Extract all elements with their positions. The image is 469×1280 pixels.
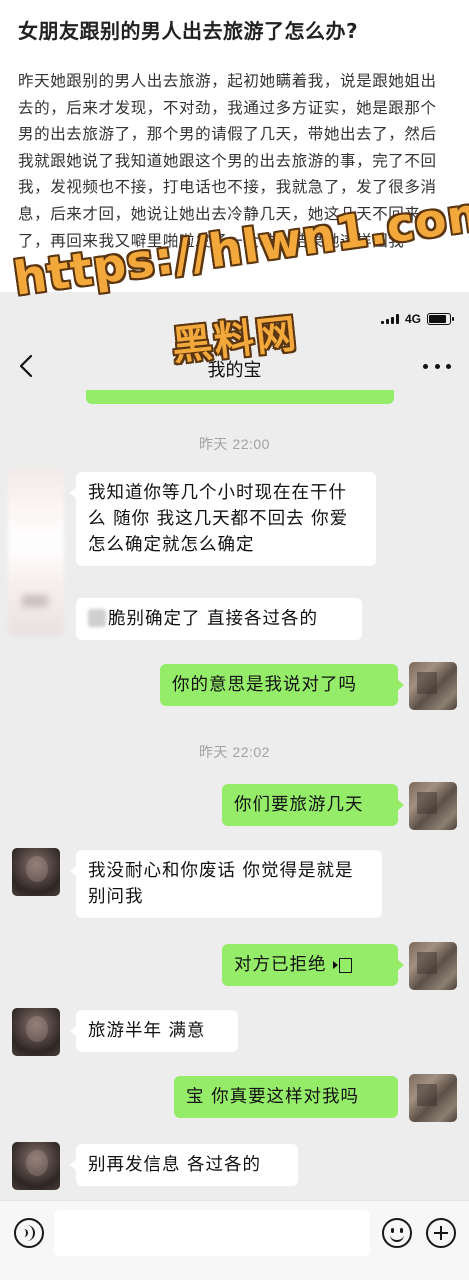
emoji-icon[interactable] <box>382 1218 412 1248</box>
message-text: 你们要旅游几天 <box>234 795 364 815</box>
more-dots-icon[interactable] <box>423 354 451 378</box>
avatar[interactable] <box>409 782 457 830</box>
message-bubble-received[interactable]: 旅游半年 满意 <box>70 1010 238 1052</box>
blurred-text-mark <box>88 609 106 627</box>
battery-level <box>429 315 446 323</box>
message-text: 对方已拒绝 <box>234 955 327 975</box>
message-text: 我没耐心和你废话 你觉得是就是 别问我 <box>88 861 354 907</box>
message-bubble-sent[interactable]: 宝 你真要这样对我吗 <box>174 1076 398 1118</box>
timestamp: 昨天 22:00 <box>199 436 270 452</box>
message-bubble-received[interactable]: 别再发信息 各过各的 <box>70 1144 298 1186</box>
avatar[interactable] <box>12 1008 60 1056</box>
battery-icon <box>427 313 454 325</box>
article-body: 昨天她跟别的男人出去旅游，起初她瞒着我，说是跟她姐出去的，后来才发现，不对劲，我… <box>18 72 437 250</box>
message-bubble-received[interactable]: 我知道你等几个小时现在在干什么 随你 我这几天都不回去 你爱怎么确定就怎么确定 <box>70 472 376 566</box>
plus-icon[interactable] <box>426 1218 456 1248</box>
previous-message-bubble <box>86 390 394 404</box>
message-text: 别再发信息 各过各的 <box>88 1155 262 1175</box>
message-bubble-received[interactable]: 我没耐心和你废话 你觉得是就是 别问我 <box>70 850 382 918</box>
article: 女朋友跟别的男人出去旅游了怎么办? 昨天她跟别的男人出去旅游，起初她瞒着我，说是… <box>0 0 469 292</box>
avatar[interactable] <box>409 662 457 710</box>
input-bar <box>0 1200 469 1280</box>
voice-input-icon[interactable] <box>14 1218 44 1248</box>
message-text: 你的意思是我说对了吗 <box>172 675 357 695</box>
message-bubble-sent[interactable]: 你们要旅游几天 <box>222 784 404 826</box>
message-bubble-received[interactable]: 脆别确定了 直接各过各的 <box>76 598 362 640</box>
message-bubble-sent[interactable]: 你的意思是我说对了吗 <box>160 664 404 706</box>
signal-icon <box>380 314 399 324</box>
network-label: 4G <box>404 312 421 326</box>
timestamp: 昨天 22:02 <box>199 744 270 760</box>
message-text: 宝 你真要这样对我吗 <box>186 1087 360 1107</box>
message-text: 脆别确定了 直接各过各的 <box>108 609 319 629</box>
avatar[interactable] <box>8 467 64 637</box>
avatar[interactable] <box>12 1142 60 1190</box>
message-input[interactable] <box>54 1210 370 1256</box>
chat-title: 我的宝 <box>207 360 262 381</box>
message-text: 我知道你等几个小时现在在干什么 随你 我这几天都不回去 你爱怎么确定就怎么确定 <box>88 483 349 555</box>
voice-call-icon <box>332 957 352 973</box>
chat-screenshot: 4G 我的宝 昨天 22:00 我知道你等几个小时现在在干什么 随你 我这几天都… <box>0 292 469 1280</box>
status-bar: 4G <box>0 292 469 336</box>
message-text: 旅游半年 满意 <box>88 1021 206 1041</box>
avatar[interactable] <box>409 1074 457 1122</box>
call-declined-bubble[interactable]: 对方已拒绝 <box>222 944 404 986</box>
nav-bar: 我的宝 <box>0 342 469 390</box>
avatar[interactable] <box>409 942 457 990</box>
avatar[interactable] <box>12 848 60 896</box>
article-title: 女朋友跟别的男人出去旅游了怎么办? <box>18 19 359 43</box>
